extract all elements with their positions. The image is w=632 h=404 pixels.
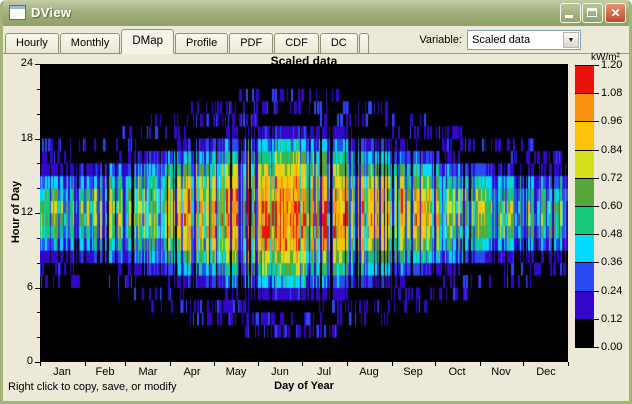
x-tick-label: Jan	[40, 366, 84, 378]
x-tick-label: Apr	[170, 366, 214, 378]
close-icon: ✕	[610, 6, 620, 20]
tab-dc[interactable]: DC	[320, 33, 358, 54]
colorbar-segment	[575, 291, 594, 319]
colorbar-tick	[575, 178, 599, 179]
tab-profile[interactable]: Profile	[175, 33, 228, 54]
colorbar-tick-label: 0.84	[601, 144, 631, 156]
y-tick-label: 24	[7, 57, 33, 69]
variable-selector-group: Variable: Scaled data ▼	[419, 29, 581, 51]
colorbar-tick-label: 0.12	[601, 313, 631, 325]
colorbar-segment	[575, 206, 594, 234]
minimize-button[interactable]	[560, 3, 581, 23]
x-tick-label: Dec	[524, 366, 568, 378]
y-tick	[37, 337, 40, 338]
colorbar-tick-label: 1.08	[601, 87, 631, 99]
colorbar-tick-label: 0.72	[601, 172, 631, 184]
colorbar-segment	[575, 319, 594, 347]
y-tick	[37, 312, 40, 313]
y-tick	[37, 114, 40, 115]
variable-label: Variable:	[419, 34, 462, 46]
y-tick	[35, 288, 40, 289]
tab-pdf[interactable]: PDF	[229, 33, 273, 54]
colorbar-segment	[575, 93, 594, 121]
colorbar-segment	[575, 234, 594, 262]
dmap-chart-area: Scaled data kW/m² Hour of Day 06121824 J…	[3, 54, 629, 401]
y-tick	[37, 89, 40, 90]
tab-strip: Hourly Monthly DMap Profile PDF CDF DC	[5, 28, 370, 54]
colorbar-tick	[575, 291, 599, 292]
colorbar-tick	[575, 93, 599, 94]
tab-spacer	[359, 33, 369, 54]
colorbar-tick-label: 1.20	[601, 59, 631, 71]
y-tick	[35, 139, 40, 140]
window-title: DView	[31, 5, 71, 20]
x-tick-label: Mar	[126, 366, 170, 378]
close-button[interactable]: ✕	[605, 3, 626, 23]
window-titlebar[interactable]: DView ✕	[3, 0, 629, 26]
maximize-button[interactable]	[582, 3, 603, 23]
y-tick	[37, 263, 40, 264]
x-tick-label: Jun	[258, 366, 302, 378]
colorbar-tick	[575, 150, 599, 151]
dview-window: DView ✕ Hourly Monthly DMap Profile PDF …	[0, 0, 632, 404]
colorbar-segment	[575, 178, 594, 206]
tab-monthly[interactable]: Monthly	[60, 33, 121, 54]
x-tick-label: Feb	[83, 366, 127, 378]
colorbar-tick-label: 0.48	[601, 228, 631, 240]
colorbar-tick-label: 0.60	[601, 200, 631, 212]
colorbar-segment	[575, 262, 594, 291]
colorbar-segment	[575, 65, 594, 93]
colorbar-tick	[575, 65, 599, 66]
tab-hourly[interactable]: Hourly	[5, 33, 59, 54]
colorbar-tick	[575, 234, 599, 235]
x-tick-label: Jul	[302, 366, 346, 378]
colorbar-tick	[575, 121, 599, 122]
x-tick-label: Sep	[391, 366, 435, 378]
x-tick-label: Nov	[479, 366, 523, 378]
tab-cdf[interactable]: CDF	[274, 33, 319, 54]
x-axis-label: Day of Year	[224, 380, 384, 392]
colorbar-tick-label: 0.24	[601, 285, 631, 297]
maximize-icon	[587, 8, 597, 17]
tab-bar: Hourly Monthly DMap Profile PDF CDF DC V…	[3, 26, 629, 54]
y-tick	[35, 64, 40, 65]
y-tick	[35, 213, 40, 214]
y-tick-label: 18	[7, 132, 33, 144]
colorbar-segment	[575, 150, 594, 178]
colorbar-tick	[575, 206, 599, 207]
tab-dmap[interactable]: DMap	[121, 29, 174, 54]
colorbar-tick-label: 0.00	[601, 341, 631, 353]
context-menu-hint: Right click to copy, save, or modify	[8, 381, 177, 393]
colorbar-tick	[575, 262, 599, 263]
y-tick	[37, 188, 40, 189]
dmap-canvas[interactable]	[40, 64, 568, 362]
colorbar-tick-label: 0.96	[601, 115, 631, 127]
variable-value: Scaled data	[472, 34, 530, 46]
app-window-icon	[9, 5, 26, 20]
y-tick-label: 6	[7, 281, 33, 293]
variable-dropdown[interactable]: Scaled data ▼	[467, 30, 581, 50]
x-tick-label: May	[214, 366, 258, 378]
y-tick	[37, 163, 40, 164]
colorbar-tick	[575, 319, 599, 320]
y-tick-label: 0	[7, 355, 33, 367]
colorbar-segment	[575, 121, 594, 150]
y-tick-label: 12	[7, 206, 33, 218]
x-tick	[568, 362, 569, 366]
colorbar-tick-label: 0.36	[601, 256, 631, 268]
x-tick-label: Oct	[435, 366, 479, 378]
colorbar-tick	[575, 347, 599, 348]
y-tick	[37, 238, 40, 239]
x-tick-label: Aug	[347, 366, 391, 378]
minimize-icon	[565, 15, 573, 18]
chevron-down-icon[interactable]: ▼	[563, 32, 579, 48]
